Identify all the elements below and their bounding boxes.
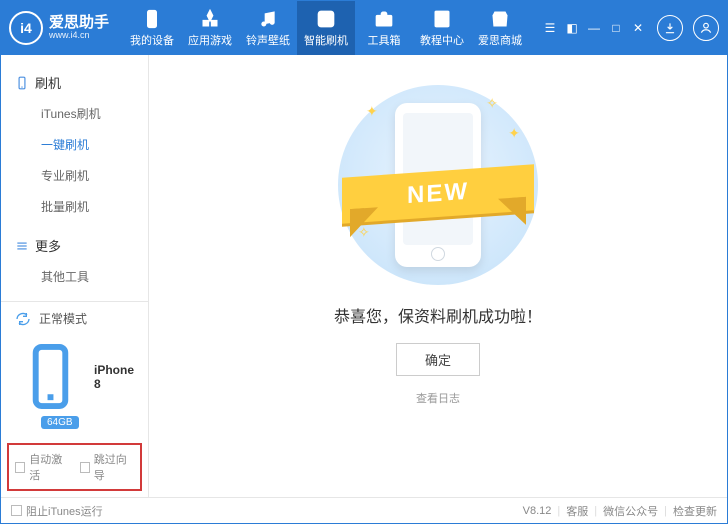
- phone-outline-icon: [15, 76, 29, 90]
- sidebar-item-0-3[interactable]: 批量刷机: [1, 191, 148, 222]
- view-log-link[interactable]: 查看日志: [416, 390, 460, 406]
- brand-name: 爱思助手: [49, 15, 109, 32]
- flash-icon: [316, 9, 336, 29]
- device-name: iPhone 8: [94, 363, 134, 391]
- checkbox-1[interactable]: 跳过向导: [80, 451, 135, 483]
- tab-1[interactable]: 应用游戏: [181, 1, 239, 55]
- tab-0[interactable]: 我的设备: [123, 1, 181, 55]
- brand-url: www.i4.cn: [49, 31, 109, 41]
- block-itunes-checkbox[interactable]: 阻止iTunes运行: [11, 503, 103, 519]
- user-icon[interactable]: [693, 15, 719, 41]
- titlebar: i4 爱思助手 www.i4.cn 我的设备应用游戏铃声壁纸智能刷机 工具箱 教程中…: [1, 1, 727, 55]
- sidebar-item-0-2[interactable]: 专业刷机: [1, 160, 148, 191]
- close-button[interactable]: ✕: [629, 19, 647, 37]
- main-content: ✦ ✧ ✧ ✦ NEW 恭喜您，保资料刷机成功啦！ 确定 查看日志: [149, 55, 727, 497]
- checkbox-0[interactable]: 自动激活: [15, 451, 70, 483]
- main-tabs: 我的设备应用游戏铃声壁纸智能刷机 工具箱 教程中心爱思商城: [123, 1, 529, 55]
- success-text: 恭喜您，保资料刷机成功啦！: [334, 303, 542, 327]
- app-logo: i4: [9, 11, 43, 45]
- minimize-button[interactable]: —: [585, 19, 603, 37]
- brand-block: 爱思助手 www.i4.cn: [49, 15, 109, 41]
- mode-label: 正常模式: [39, 310, 87, 327]
- sidebar-item-0-0[interactable]: iTunes刷机: [1, 98, 148, 129]
- toolbox-icon: [374, 9, 394, 29]
- mode-row[interactable]: 正常模式: [1, 302, 148, 335]
- tab-label: 智能刷机: [304, 32, 348, 48]
- tutorial-icon: [432, 9, 452, 29]
- tab-label: 爱思商城: [478, 32, 522, 48]
- sidebar: 刷机iTunes刷机一键刷机专业刷机批量刷机更多其他工具下载固件高级功能 正常模…: [1, 55, 149, 497]
- status-bar: 阻止iTunes运行 V8.12 |客服|微信公众号|检查更新: [1, 497, 727, 523]
- sidebar-item-1-1[interactable]: 下载固件: [1, 292, 148, 301]
- tab-5[interactable]: 教程中心: [413, 1, 471, 55]
- store-icon: [490, 9, 510, 29]
- maximize-button[interactable]: □: [607, 19, 625, 37]
- block-itunes-label: 阻止iTunes运行: [26, 503, 103, 519]
- sidebar-group-0: 刷机: [1, 67, 148, 98]
- refresh-icon: [15, 311, 31, 327]
- sidebar-group-1: 更多: [1, 230, 148, 261]
- device-row[interactable]: iPhone 8: [1, 335, 148, 414]
- success-illustration: ✦ ✧ ✧ ✦ NEW: [338, 85, 538, 285]
- menu-icon: [15, 239, 29, 253]
- storage-badge: 64GB: [41, 416, 79, 429]
- device-icon: [142, 9, 162, 29]
- apps-icon: [200, 9, 220, 29]
- window-controls: ☰ ◧ — □ ✕: [541, 15, 719, 41]
- device-icon: [15, 341, 86, 412]
- version-label: V8.12: [523, 505, 552, 517]
- tab-label: 工具箱: [368, 32, 401, 48]
- sidebar-item-0-1[interactable]: 一键刷机: [1, 129, 148, 160]
- tab-6[interactable]: 爱思商城: [471, 1, 529, 55]
- tab-label: 我的设备: [130, 32, 174, 48]
- music-icon: [258, 9, 278, 29]
- tab-label: 教程中心: [420, 32, 464, 48]
- tab-2[interactable]: 铃声壁纸: [239, 1, 297, 55]
- tab-3[interactable]: 智能刷机: [297, 1, 355, 55]
- menu-icon[interactable]: ☰: [541, 19, 559, 37]
- skin-icon[interactable]: ◧: [563, 19, 581, 37]
- highlighted-checkboxes: 自动激活跳过向导: [7, 443, 142, 491]
- status-link-0[interactable]: 客服: [566, 503, 588, 519]
- tab-4[interactable]: 工具箱: [355, 1, 413, 55]
- tab-label: 应用游戏: [188, 32, 232, 48]
- status-link-1[interactable]: 微信公众号: [603, 503, 658, 519]
- tab-label: 铃声壁纸: [246, 32, 290, 48]
- status-link-2[interactable]: 检查更新: [673, 503, 717, 519]
- confirm-button[interactable]: 确定: [396, 343, 480, 376]
- sidebar-item-1-0[interactable]: 其他工具: [1, 261, 148, 292]
- download-icon[interactable]: [657, 15, 683, 41]
